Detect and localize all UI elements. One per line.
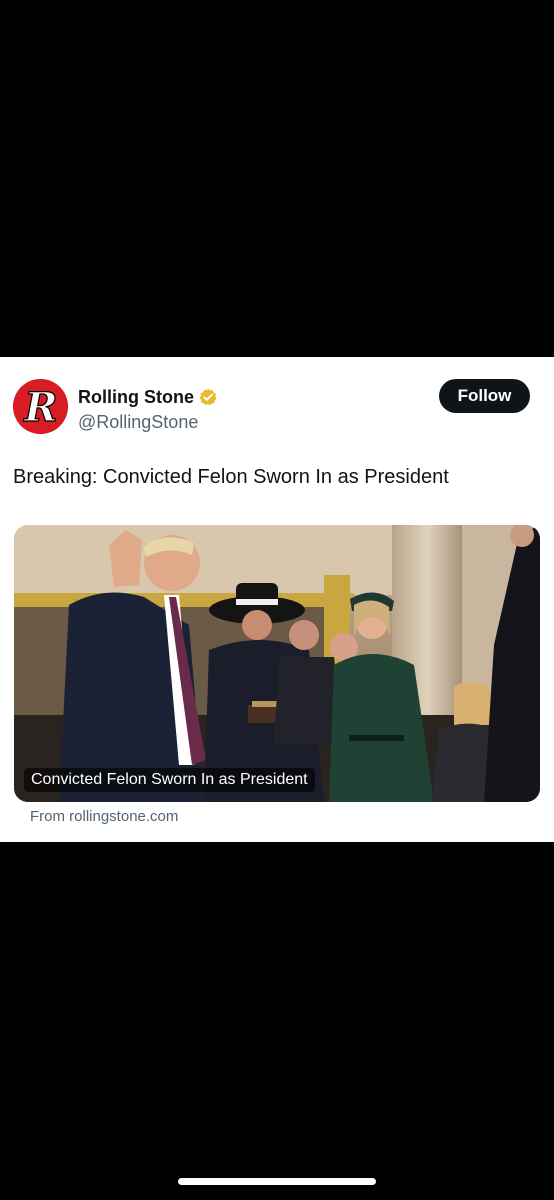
inauguration-photo <box>14 525 540 802</box>
source-link[interactable]: From rollingstone.com <box>30 808 178 825</box>
link-card-image[interactable]: Convicted Felon Sworn In as President <box>14 525 540 802</box>
display-name-row: Rolling Stone <box>78 385 217 409</box>
screen: R Rolling Stone @RollingStone Follow Bre… <box>0 0 554 1200</box>
tweet-card[interactable]: R Rolling Stone @RollingStone Follow Bre… <box>0 357 554 842</box>
name-block: Rolling Stone @RollingStone <box>78 385 217 433</box>
handle[interactable]: @RollingStone <box>78 412 217 433</box>
tweet-header: R Rolling Stone @RollingStone Follow <box>13 379 530 435</box>
avatar-letter: R <box>23 384 57 431</box>
home-indicator[interactable] <box>178 1178 376 1185</box>
display-name[interactable]: Rolling Stone <box>78 387 194 408</box>
tweet-text: Breaking: Convicted Felon Sworn In as Pr… <box>13 466 449 488</box>
avatar[interactable]: R <box>13 379 68 434</box>
rolling-stone-logo-icon: R <box>13 379 68 434</box>
gold-verified-icon <box>199 388 217 406</box>
follow-button[interactable]: Follow <box>439 379 530 413</box>
link-card-caption: Convicted Felon Sworn In as President <box>24 768 315 792</box>
